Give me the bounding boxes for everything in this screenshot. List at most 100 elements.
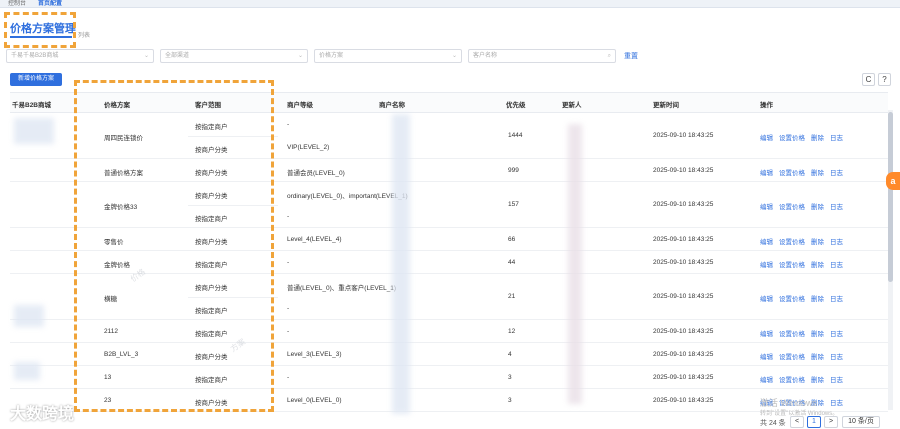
row-actions: 编辑 设置价格 删除 日志 [760, 293, 849, 303]
chevron-down-icon: ⌄ [297, 53, 303, 59]
plan-select[interactable]: 价格方案 ⌄ [314, 49, 462, 63]
set-price-button[interactable]: 设置价格 [779, 170, 805, 177]
set-price-button[interactable]: 设置价格 [779, 135, 805, 142]
col-level: 商户等级 [287, 102, 313, 109]
blurred-updater-column [568, 124, 582, 404]
update-time: 2025-09-10 18:43:25 [653, 293, 714, 300]
set-price-button[interactable]: 设置价格 [779, 354, 805, 361]
delete-button[interactable]: 删除 [811, 296, 824, 303]
edit-button[interactable]: 编辑 [760, 262, 773, 269]
priority-value: 44 [508, 258, 516, 266]
set-price-button[interactable]: 设置价格 [779, 296, 805, 303]
log-button[interactable]: 日志 [830, 239, 843, 246]
priority-value: 12 [508, 327, 516, 335]
set-price-button[interactable]: 设置价格 [779, 331, 805, 338]
col-ops: 操作 [760, 102, 773, 109]
page-1-button[interactable]: 1 [807, 416, 821, 428]
log-button[interactable]: 日志 [830, 204, 843, 211]
annotation-box-title [4, 12, 76, 48]
page-size-select[interactable]: 10 条/页 [842, 416, 880, 428]
next-page-button[interactable]: > [824, 416, 838, 428]
channel-select[interactable]: 全部渠道 ⌄ [160, 49, 308, 63]
edit-button[interactable]: 编辑 [760, 354, 773, 361]
prev-page-button[interactable]: < [790, 416, 804, 428]
merchant-level: Level_0(LEVEL_0) [287, 397, 342, 404]
delete-button[interactable]: 删除 [811, 170, 824, 177]
top-bar: 控制台 首页配置 [0, 0, 900, 8]
total-count: 共 24 条 [760, 420, 786, 427]
col-time: 更新时间 [653, 102, 679, 109]
priority-value: 999 [508, 166, 519, 174]
log-button[interactable]: 日志 [830, 262, 843, 269]
row-actions: 编辑 设置价格 删除 日志 [760, 374, 849, 384]
edit-button[interactable]: 编辑 [760, 239, 773, 246]
row-actions: 编辑 设置价格 删除 日志 [760, 132, 849, 142]
edit-button[interactable]: 编辑 [760, 135, 773, 142]
top-tab-home-config[interactable]: 首页配置 [38, 0, 62, 8]
log-button[interactable]: 日志 [830, 296, 843, 303]
priority-value: 157 [508, 201, 519, 208]
blurred-mall-cell [14, 305, 44, 327]
assistant-logo-icon[interactable]: a [886, 172, 900, 190]
delete-button[interactable]: 删除 [811, 331, 824, 338]
update-time: 2025-09-10 18:43:25 [653, 166, 714, 174]
merchant-level: - [287, 121, 290, 128]
set-price-button[interactable]: 设置价格 [779, 204, 805, 211]
update-time: 2025-09-10 18:43:25 [653, 396, 714, 404]
delete-button[interactable]: 删除 [811, 377, 824, 384]
chevron-down-icon: ⌄ [143, 53, 149, 59]
merchant-level: - [287, 213, 290, 220]
log-button[interactable]: 日志 [830, 331, 843, 338]
mall-select[interactable]: 千易千易B2B商城 ⌄ [6, 49, 154, 63]
merchant-level: VIP(LEVEL_2) [287, 144, 330, 151]
log-button[interactable]: 日志 [830, 135, 843, 142]
priority-value: 66 [508, 235, 516, 243]
set-price-button[interactable]: 设置价格 [779, 262, 805, 269]
row-actions: 编辑 设置价格 删除 日志 [760, 351, 849, 361]
blurred-name-column [392, 114, 410, 414]
row-actions: 编辑 设置价格 删除 日志 [760, 328, 849, 338]
merchant-level: - [287, 305, 290, 312]
add-plan-button[interactable]: 新增价格方案 [10, 73, 62, 86]
col-updater: 更新人 [562, 102, 582, 109]
set-price-button[interactable]: 设置价格 [779, 377, 805, 384]
scrollbar-thumb[interactable] [888, 112, 893, 282]
log-button[interactable]: 日志 [830, 400, 843, 407]
delete-button[interactable]: 删除 [811, 239, 824, 246]
update-time: 2025-09-10 18:43:25 [653, 235, 714, 243]
update-time: 2025-09-10 18:43:25 [653, 327, 714, 335]
log-button[interactable]: 日志 [830, 354, 843, 361]
priority-value: 4 [508, 350, 512, 358]
merchant-level: - [287, 328, 290, 335]
log-button[interactable]: 日志 [830, 377, 843, 384]
refresh-icon[interactable]: C [862, 73, 875, 86]
edit-button[interactable]: 编辑 [760, 296, 773, 303]
annotation-box-columns [74, 80, 274, 412]
delete-button[interactable]: 删除 [811, 354, 824, 361]
merchant-level: ordinary(LEVEL_0)、important(LEVEL_1) [287, 193, 408, 200]
edit-button[interactable]: 编辑 [760, 170, 773, 177]
chevron-down-icon: ⌄ [451, 53, 457, 59]
set-price-button[interactable]: 设置价格 [779, 239, 805, 246]
delete-button[interactable]: 删除 [811, 262, 824, 269]
delete-button[interactable]: 删除 [811, 204, 824, 211]
priority-value: 21 [508, 293, 516, 300]
merchant-level: - [287, 259, 290, 266]
subtab-list[interactable]: 列表 [78, 30, 90, 39]
top-tab-console[interactable]: 控制台 [8, 0, 26, 8]
log-button[interactable]: 日志 [830, 170, 843, 177]
customer-search-input[interactable]: 客户名称 ⌕ [468, 49, 616, 63]
update-time: 2025-09-10 18:43:25 [653, 201, 714, 208]
help-icon[interactable]: ? [878, 73, 891, 86]
row-actions: 编辑 设置价格 删除 日志 [760, 236, 849, 246]
edit-button[interactable]: 编辑 [760, 204, 773, 211]
blurred-mall-cell [14, 118, 54, 144]
delete-button[interactable]: 删除 [811, 135, 824, 142]
priority-value: 3 [508, 396, 512, 404]
edit-button[interactable]: 编辑 [760, 331, 773, 338]
edit-button[interactable]: 编辑 [760, 377, 773, 384]
col-mall: 千易B2B商城 [12, 102, 52, 109]
brand-watermark: 大数跨境 [10, 406, 75, 423]
reset-button[interactable]: 重置 [624, 51, 638, 61]
search-icon: ⌕ [607, 53, 611, 59]
